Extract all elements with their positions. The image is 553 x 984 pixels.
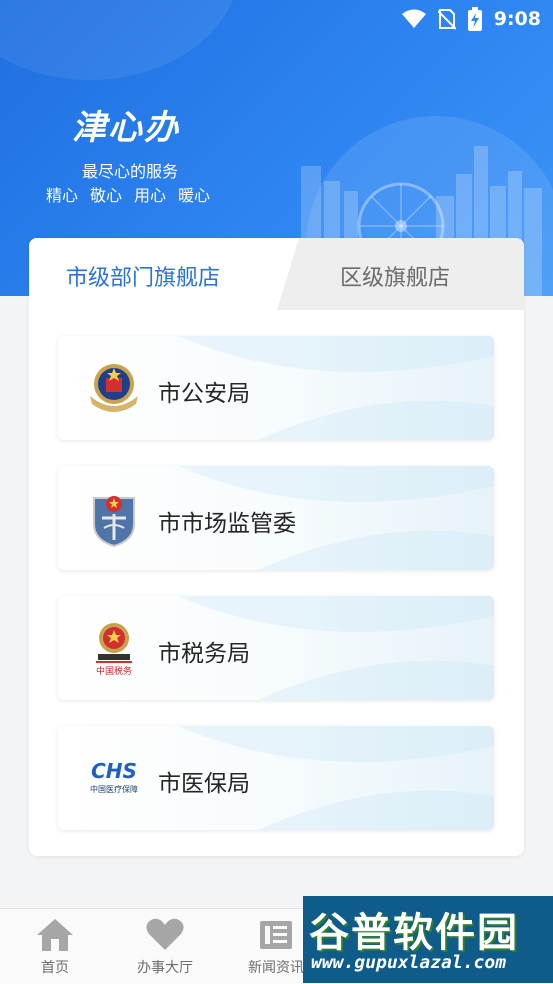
department-list: 市公安局 市市场监管委 中国税务 市税务局 CHS 中国医疗保障 市医保局 — [58, 336, 494, 856]
department-item-market-supervision[interactable]: 市市场监管委 — [58, 466, 494, 570]
news-icon — [260, 921, 292, 949]
market-supervision-emblem-icon — [93, 496, 135, 548]
status-bar: 9:08 — [401, 6, 541, 32]
battery-charging-icon — [467, 7, 482, 31]
value-item: 用心 — [134, 186, 167, 205]
wifi-icon — [401, 9, 426, 28]
tab-bar: 市级部门旗舰店 区级旗舰店 — [29, 238, 524, 310]
nav-label: 办事大厅 — [137, 960, 193, 976]
svg-text:CHS: CHS — [91, 759, 137, 783]
store-card: 市级部门旗舰店 区级旗舰店 市公安局 市市场监管委 中国税务 市税务局 CHS … — [29, 238, 524, 856]
tab-city-departments[interactable]: 市级部门旗舰店 — [66, 260, 220, 292]
department-name: 市医保局 — [158, 771, 250, 797]
department-item-medical-insurance[interactable]: CHS 中国医疗保障 市医保局 — [58, 726, 494, 830]
value-item: 精心 — [46, 186, 79, 205]
svg-text:中国税务: 中国税务 — [96, 665, 132, 677]
nav-label: 首页 — [41, 960, 69, 976]
department-name: 市公安局 — [158, 381, 250, 407]
department-name: 市市场监管委 — [158, 511, 296, 537]
decorative-circle — [0, 0, 240, 80]
app-logo: 津心办 — [72, 108, 180, 148]
department-name: 市税务局 — [158, 641, 250, 667]
nav-item-home[interactable]: 首页 — [0, 909, 110, 984]
slogan-values: 精心 敬心 用心 暖心 — [46, 182, 210, 206]
tab-district-label[interactable]: 区级旗舰店 — [340, 260, 450, 292]
tax-emblem-icon: 中国税务 — [96, 623, 132, 677]
value-item: 暖心 — [178, 186, 211, 205]
no-sim-icon — [437, 9, 456, 30]
department-item-police[interactable]: 市公安局 — [58, 336, 494, 440]
watermark-title: 谷普软件园 — [309, 910, 519, 956]
value-item: 敬心 — [90, 186, 123, 205]
nav-item-service-hall[interactable]: 办事大厅 — [110, 909, 220, 984]
site-watermark: 谷普软件园 www.gupuxlazal.com — [303, 896, 553, 983]
watermark-url: www.gupuxlazal.com — [311, 952, 507, 973]
home-icon — [37, 919, 73, 951]
slogan: 最尽心的服务 — [82, 162, 179, 181]
police-emblem-icon — [90, 364, 138, 412]
heart-icon — [146, 918, 184, 950]
chs-logo-icon: CHS 中国医疗保障 — [90, 759, 138, 794]
department-item-tax[interactable]: 中国税务 市税务局 — [58, 596, 494, 700]
svg-text:中国医疗保障: 中国医疗保障 — [90, 784, 138, 794]
status-time: 9:08 — [493, 8, 541, 30]
